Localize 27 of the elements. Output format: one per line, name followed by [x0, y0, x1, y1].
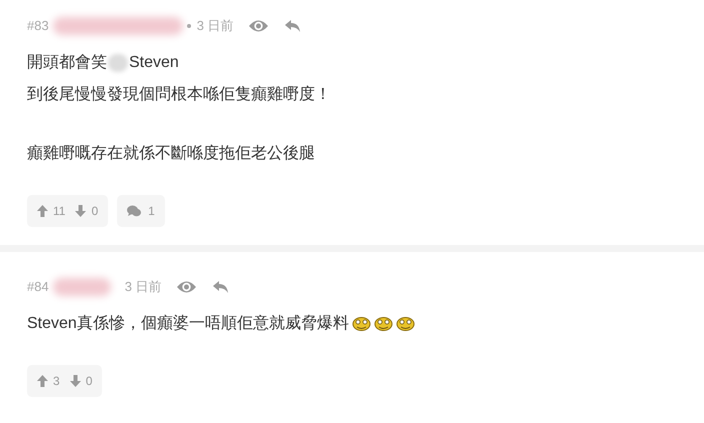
upvote-count[interactable]: 11	[53, 202, 66, 220]
eye-icon[interactable]	[176, 280, 197, 294]
emoticon-icon	[352, 316, 371, 331]
timestamp: 3 日前	[196, 17, 234, 36]
replies-button[interactable]: 1	[117, 195, 165, 227]
eye-icon[interactable]	[248, 19, 269, 33]
emoticon-icon	[374, 316, 393, 331]
comment-number: #83	[27, 17, 49, 36]
up-arrow-icon	[37, 375, 48, 387]
reply-icon[interactable]	[212, 280, 229, 294]
blurred-word	[108, 54, 128, 72]
comment-text: 癲雞嘢嘅存在就係不斷喺度拖佢老公後腿	[27, 144, 315, 164]
comment-text: 到後尾慢慢發現個問根本喺佢隻癲雞嘢度！	[27, 84, 331, 104]
emoticon-icon	[396, 316, 415, 331]
downvote-count[interactable]: 0	[86, 372, 92, 390]
up-arrow-icon	[37, 205, 48, 217]
reply-icon[interactable]	[284, 19, 301, 33]
comment-text: 開頭都會笑	[27, 52, 107, 72]
timestamp: 3 日前	[124, 278, 162, 296]
comment-text: Steven真係慘，個癲婆一唔順佢意就威脅爆料	[27, 314, 349, 334]
upvote-count[interactable]: 3	[53, 372, 60, 390]
downvote-count[interactable]: 0	[91, 202, 98, 220]
chat-bubbles-icon	[127, 205, 142, 217]
down-arrow-icon	[75, 205, 86, 217]
comment-number: #84	[27, 278, 49, 296]
down-arrow-icon	[70, 375, 81, 387]
comment-text: Steven	[129, 52, 179, 72]
